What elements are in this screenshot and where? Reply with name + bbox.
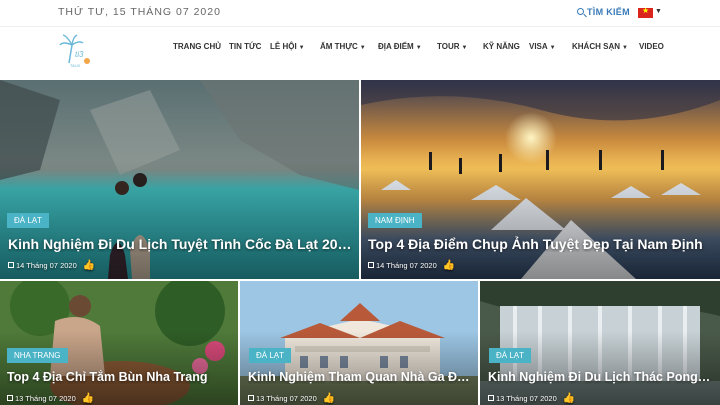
calendar-icon xyxy=(7,395,13,401)
dropdown-caret-icon: ▼ xyxy=(461,45,468,51)
current-date: THỨ TƯ, 15 THÁNG 07 2020 xyxy=(58,6,221,18)
nav-item-label: TOUR xyxy=(437,42,460,51)
nav-item-label: TIN TỨC xyxy=(229,42,262,51)
nav-item-2[interactable]: LỄ HỘI ▼ xyxy=(270,42,305,51)
post-meta: 13 Tháng 07 2020 👍 xyxy=(488,393,575,404)
category-tag[interactable]: NAM ĐỊNH xyxy=(368,213,422,228)
category-tag[interactable]: ĐÀ LẠT xyxy=(489,348,532,363)
like-icon[interactable]: 👍 xyxy=(443,260,455,271)
category-tag[interactable]: NHA TRANG xyxy=(7,348,68,363)
site-logo[interactable]: ti3 TAUX xyxy=(57,31,97,71)
post-card-3[interactable]: NHA TRANG Top 4 Địa Chỉ Tắm Bùn Nha Tran… xyxy=(0,281,238,405)
search-label: TÌM KIẾM xyxy=(587,7,630,17)
post-date: 13 Tháng 07 2020 xyxy=(496,394,557,403)
category-tag[interactable]: ĐÀ LẠT xyxy=(249,348,292,363)
nav-item-9[interactable]: VIDEO xyxy=(639,42,664,51)
search-icon xyxy=(577,8,584,15)
calendar-icon xyxy=(488,395,494,401)
nav-item-label: KỸ NĂNG xyxy=(483,42,520,51)
post-date: 14 Tháng 07 2020 xyxy=(16,261,77,270)
nav-item-label: KHÁCH SẠN xyxy=(572,42,620,51)
nav-item-label: ẨM THỰC xyxy=(320,42,358,51)
nav-item-5[interactable]: TOUR ▼ xyxy=(437,42,467,51)
dropdown-caret-icon: ▼ xyxy=(359,45,366,51)
main-navigation: ti3 TAUX TRANG CHỦ TIN TỨC LỄ HỘI ▼ ẨM THỰC ▼… xyxy=(0,26,720,78)
nav-item-8[interactable]: KHÁCH SẠN ▼ xyxy=(572,42,628,51)
vietnam-flag-icon[interactable] xyxy=(638,6,653,18)
post-title[interactable]: Top 4 Địa Điểm Chụp Ảnh Tuyệt Đẹp Tại Na… xyxy=(368,236,716,252)
post-date: 13 Tháng 07 2020 xyxy=(256,394,317,403)
post-title[interactable]: Kinh Nghiệm Đi Du Lịch Tuyệt Tình Cốc Đà… xyxy=(8,236,353,252)
svg-text:TAUX: TAUX xyxy=(70,63,81,68)
post-date: 14 Tháng 07 2020 xyxy=(376,261,437,270)
svg-text:ti3: ti3 xyxy=(75,50,84,59)
like-icon[interactable]: 👍 xyxy=(83,260,95,271)
nav-item-label: TRANG CHỦ xyxy=(173,42,221,51)
nav-item-0[interactable]: TRANG CHỦ xyxy=(173,42,221,51)
nav-item-1[interactable]: TIN TỨC xyxy=(229,42,261,51)
post-title[interactable]: Kinh Nghiệm Tham Quan Nhà Ga Đà Lạt xyxy=(248,370,473,384)
nav-item-label: LỄ HỘI xyxy=(270,42,297,51)
post-meta: 13 Tháng 07 2020 👍 xyxy=(7,393,94,404)
dropdown-caret-icon: ▼ xyxy=(622,45,628,51)
post-card-5[interactable]: ĐÀ LẠT Kinh Nghiệm Đi Du Lịch Thác Pongo… xyxy=(480,281,720,405)
post-card-4[interactable]: ĐÀ LẠT Kinh Nghiệm Tham Quan Nhà Ga Đà L… xyxy=(240,281,478,405)
like-icon[interactable]: 👍 xyxy=(563,393,575,404)
nav-item-6[interactable]: KỸ NĂNG xyxy=(483,42,520,51)
category-tag[interactable]: ĐÀ LẠT xyxy=(7,213,50,228)
like-icon[interactable]: 👍 xyxy=(323,393,335,404)
post-card-featured-2[interactable]: NAM ĐỊNH Top 4 Địa Điểm Chụp Ảnh Tuyệt Đ… xyxy=(361,80,720,279)
post-date: 13 Tháng 07 2020 xyxy=(15,394,76,403)
nav-item-7[interactable]: VISA ▼ xyxy=(529,42,556,51)
nav-item-label: VIDEO xyxy=(639,42,664,51)
post-card-featured-1[interactable]: ĐÀ LẠT Kinh Nghiệm Đi Du Lịch Tuyệt Tình… xyxy=(0,80,359,279)
search-link[interactable]: TÌM KIẾM xyxy=(577,7,630,17)
nav-item-label: VISA xyxy=(529,42,548,51)
dropdown-caret-icon: ▼ xyxy=(415,45,422,51)
dropdown-caret-icon: ▼ xyxy=(549,45,556,51)
language-dropdown-caret-icon[interactable]: ▼ xyxy=(655,8,662,15)
post-meta: 13 Tháng 07 2020 👍 xyxy=(248,393,335,404)
nav-item-3[interactable]: ẨM THỰC ▼ xyxy=(320,42,366,51)
top-bar: THỨ TƯ, 15 THÁNG 07 2020 TÌM KIẾM ▼ xyxy=(0,0,720,26)
calendar-icon xyxy=(368,262,374,268)
like-icon[interactable]: 👍 xyxy=(82,393,94,404)
nav-item-4[interactable]: ĐỊA ĐIỂM ▼ xyxy=(378,42,422,51)
post-title[interactable]: Kinh Nghiệm Đi Du Lịch Thác Pongour xyxy=(488,370,714,384)
post-meta: 14 Tháng 07 2020 👍 xyxy=(368,260,455,271)
dropdown-caret-icon: ▼ xyxy=(298,45,305,51)
nav-item-label: ĐỊA ĐIỂM xyxy=(378,42,414,51)
calendar-icon xyxy=(8,262,14,268)
post-meta: 14 Tháng 07 2020 👍 xyxy=(8,260,95,271)
post-title[interactable]: Top 4 Địa Chỉ Tắm Bùn Nha Trang xyxy=(7,370,232,384)
calendar-icon xyxy=(248,395,254,401)
